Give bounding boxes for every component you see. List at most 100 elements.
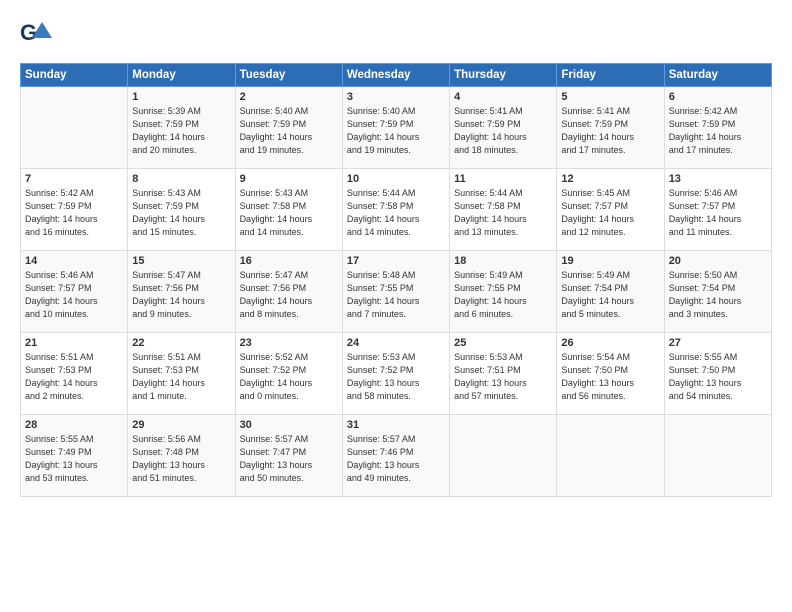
cell-daylight-info: Sunrise: 5:43 AMSunset: 7:59 PMDaylight:… <box>132 187 230 239</box>
calendar-cell: 8Sunrise: 5:43 AMSunset: 7:59 PMDaylight… <box>128 169 235 251</box>
calendar-cell: 15 Sunrise: 5:47 AMSunset: 7:56 PMDayligh… <box>128 251 235 333</box>
calendar-table: SundayMondayTuesdayWednesdayThursdayFrid… <box>20 63 772 497</box>
week-row-1: 1 Sunrise: 5:39 AMSunset: 7:59 PMDaylight… <box>21 87 772 169</box>
cell-daylight-info: Sunrise: 5:42 AMSunset: 7:59 PMDaylight:… <box>25 187 123 239</box>
day-number: 17 <box>347 255 445 267</box>
calendar-cell: 12 Sunrise: 5:45 AMSunset: 7:57 PMDayligh… <box>557 169 664 251</box>
day-number: 26 <box>561 337 659 349</box>
weekday-header-saturday: Saturday <box>664 64 771 87</box>
day-number: 9 <box>240 173 338 185</box>
day-number: 13 <box>669 173 767 185</box>
calendar-cell: 5Sunrise: 5:41 AMSunset: 7:59 PMDaylight… <box>557 87 664 169</box>
week-row-4: 21 Sunrise: 5:51 AMSunset: 7:53 PMDayligh… <box>21 333 772 415</box>
cell-daylight-info: Sunrise: 5:47 AMSunset: 7:56 PMDaylight:… <box>240 269 338 321</box>
cell-daylight-info: Sunrise: 5:41 AMSunset: 7:59 PMDaylight:… <box>561 105 659 157</box>
day-number: 30 <box>240 419 338 431</box>
day-number: 19 <box>561 255 659 267</box>
day-number: 18 <box>454 255 552 267</box>
cell-daylight-info: Sunrise: 5:47 AMSunset: 7:56 PMDaylight:… <box>132 269 230 321</box>
calendar-cell: 28 Sunrise: 5:55 AMSunset: 7:49 PMDayligh… <box>21 415 128 497</box>
calendar-cell: 17 Sunrise: 5:48 AMSunset: 7:55 PMDayligh… <box>342 251 449 333</box>
calendar-cell: 13 Sunrise: 5:46 AMSunset: 7:57 PMDayligh… <box>664 169 771 251</box>
cell-daylight-info: Sunrise: 5:40 AMSunset: 7:59 PMDaylight:… <box>347 105 445 157</box>
cell-daylight-info: Sunrise: 5:53 AMSunset: 7:52 PMDaylight:… <box>347 351 445 403</box>
cell-daylight-info: Sunrise: 5:48 AMSunset: 7:55 PMDaylight:… <box>347 269 445 321</box>
calendar-cell: 26 Sunrise: 5:54 AMSunset: 7:50 PMDayligh… <box>557 333 664 415</box>
calendar-cell: 20Sunrise: 5:50 AMSunset: 7:54 PMDayligh… <box>664 251 771 333</box>
day-number: 12 <box>561 173 659 185</box>
cell-daylight-info: Sunrise: 5:46 AMSunset: 7:57 PMDaylight:… <box>25 269 123 321</box>
calendar-cell <box>450 415 557 497</box>
calendar-cell <box>557 415 664 497</box>
day-number: 22 <box>132 337 230 349</box>
calendar-cell: 30 Sunrise: 5:57 AMSunset: 7:47 PMDayligh… <box>235 415 342 497</box>
calendar-cell: 3 Sunrise: 5:40 AMSunset: 7:59 PMDaylight… <box>342 87 449 169</box>
cell-daylight-info: Sunrise: 5:55 AMSunset: 7:49 PMDaylight:… <box>25 433 123 485</box>
weekday-header-tuesday: Tuesday <box>235 64 342 87</box>
day-number: 24 <box>347 337 445 349</box>
cell-daylight-info: Sunrise: 5:51 AMSunset: 7:53 PMDaylight:… <box>132 351 230 403</box>
day-number: 2 <box>240 91 338 103</box>
calendar-cell: 22 Sunrise: 5:51 AMSunset: 7:53 PMDayligh… <box>128 333 235 415</box>
day-number: 14 <box>25 255 123 267</box>
svg-text:G: G <box>20 20 37 45</box>
calendar-cell: 14 Sunrise: 5:46 AMSunset: 7:57 PMDayligh… <box>21 251 128 333</box>
cell-daylight-info: Sunrise: 5:44 AMSunset: 7:58 PMDaylight:… <box>347 187 445 239</box>
day-number: 1 <box>132 91 230 103</box>
calendar-cell <box>664 415 771 497</box>
calendar-page: G SundayMondayTuesdayWednesdayThursdayFr… <box>0 0 792 612</box>
cell-daylight-info: Sunrise: 5:57 AMSunset: 7:47 PMDaylight:… <box>240 433 338 485</box>
week-row-2: 7 Sunrise: 5:42 AMSunset: 7:59 PMDaylight… <box>21 169 772 251</box>
weekday-header-friday: Friday <box>557 64 664 87</box>
calendar-cell: 11Sunrise: 5:44 AMSunset: 7:58 PMDayligh… <box>450 169 557 251</box>
cell-daylight-info: Sunrise: 5:44 AMSunset: 7:58 PMDaylight:… <box>454 187 552 239</box>
day-number: 16 <box>240 255 338 267</box>
weekday-header-sunday: Sunday <box>21 64 128 87</box>
calendar-cell: 18 Sunrise: 5:49 AMSunset: 7:55 PMDayligh… <box>450 251 557 333</box>
cell-daylight-info: Sunrise: 5:51 AMSunset: 7:53 PMDaylight:… <box>25 351 123 403</box>
header: G <box>20 18 772 55</box>
weekday-header-monday: Monday <box>128 64 235 87</box>
cell-daylight-info: Sunrise: 5:52 AMSunset: 7:52 PMDaylight:… <box>240 351 338 403</box>
calendar-cell: 1 Sunrise: 5:39 AMSunset: 7:59 PMDaylight… <box>128 87 235 169</box>
calendar-cell: 9 Sunrise: 5:43 AMSunset: 7:58 PMDaylight… <box>235 169 342 251</box>
day-number: 21 <box>25 337 123 349</box>
cell-daylight-info: Sunrise: 5:45 AMSunset: 7:57 PMDaylight:… <box>561 187 659 239</box>
day-number: 3 <box>347 91 445 103</box>
calendar-cell <box>21 87 128 169</box>
calendar-cell: 2 Sunrise: 5:40 AMSunset: 7:59 PMDaylight… <box>235 87 342 169</box>
cell-daylight-info: Sunrise: 5:41 AMSunset: 7:59 PMDaylight:… <box>454 105 552 157</box>
day-number: 20 <box>669 255 767 267</box>
cell-daylight-info: Sunrise: 5:42 AMSunset: 7:59 PMDaylight:… <box>669 105 767 157</box>
day-number: 27 <box>669 337 767 349</box>
logo: G <box>20 18 54 55</box>
day-number: 28 <box>25 419 123 431</box>
logo-icon: G <box>20 18 52 50</box>
cell-daylight-info: Sunrise: 5:49 AMSunset: 7:55 PMDaylight:… <box>454 269 552 321</box>
day-number: 10 <box>347 173 445 185</box>
weekday-header-thursday: Thursday <box>450 64 557 87</box>
weekday-header-wednesday: Wednesday <box>342 64 449 87</box>
week-row-5: 28 Sunrise: 5:55 AMSunset: 7:49 PMDayligh… <box>21 415 772 497</box>
calendar-cell: 16 Sunrise: 5:47 AMSunset: 7:56 PMDayligh… <box>235 251 342 333</box>
day-number: 29 <box>132 419 230 431</box>
cell-daylight-info: Sunrise: 5:43 AMSunset: 7:58 PMDaylight:… <box>240 187 338 239</box>
calendar-cell: 6Sunrise: 5:42 AMSunset: 7:59 PMDaylight… <box>664 87 771 169</box>
calendar-cell: 7 Sunrise: 5:42 AMSunset: 7:59 PMDaylight… <box>21 169 128 251</box>
cell-daylight-info: Sunrise: 5:49 AMSunset: 7:54 PMDaylight:… <box>561 269 659 321</box>
day-number: 15 <box>132 255 230 267</box>
calendar-cell: 24 Sunrise: 5:53 AMSunset: 7:52 PMDayligh… <box>342 333 449 415</box>
calendar-cell: 10 Sunrise: 5:44 AMSunset: 7:58 PMDayligh… <box>342 169 449 251</box>
calendar-cell: 23 Sunrise: 5:52 AMSunset: 7:52 PMDayligh… <box>235 333 342 415</box>
calendar-cell: 31Sunrise: 5:57 AMSunset: 7:46 PMDayligh… <box>342 415 449 497</box>
cell-daylight-info: Sunrise: 5:40 AMSunset: 7:59 PMDaylight:… <box>240 105 338 157</box>
cell-daylight-info: Sunrise: 5:54 AMSunset: 7:50 PMDaylight:… <box>561 351 659 403</box>
day-number: 25 <box>454 337 552 349</box>
calendar-cell: 21 Sunrise: 5:51 AMSunset: 7:53 PMDayligh… <box>21 333 128 415</box>
calendar-cell: 27Sunrise: 5:55 AMSunset: 7:50 PMDayligh… <box>664 333 771 415</box>
cell-daylight-info: Sunrise: 5:57 AMSunset: 7:46 PMDaylight:… <box>347 433 445 485</box>
day-number: 7 <box>25 173 123 185</box>
day-number: 23 <box>240 337 338 349</box>
cell-daylight-info: Sunrise: 5:46 AMSunset: 7:57 PMDaylight:… <box>669 187 767 239</box>
cell-daylight-info: Sunrise: 5:39 AMSunset: 7:59 PMDaylight:… <box>132 105 230 157</box>
